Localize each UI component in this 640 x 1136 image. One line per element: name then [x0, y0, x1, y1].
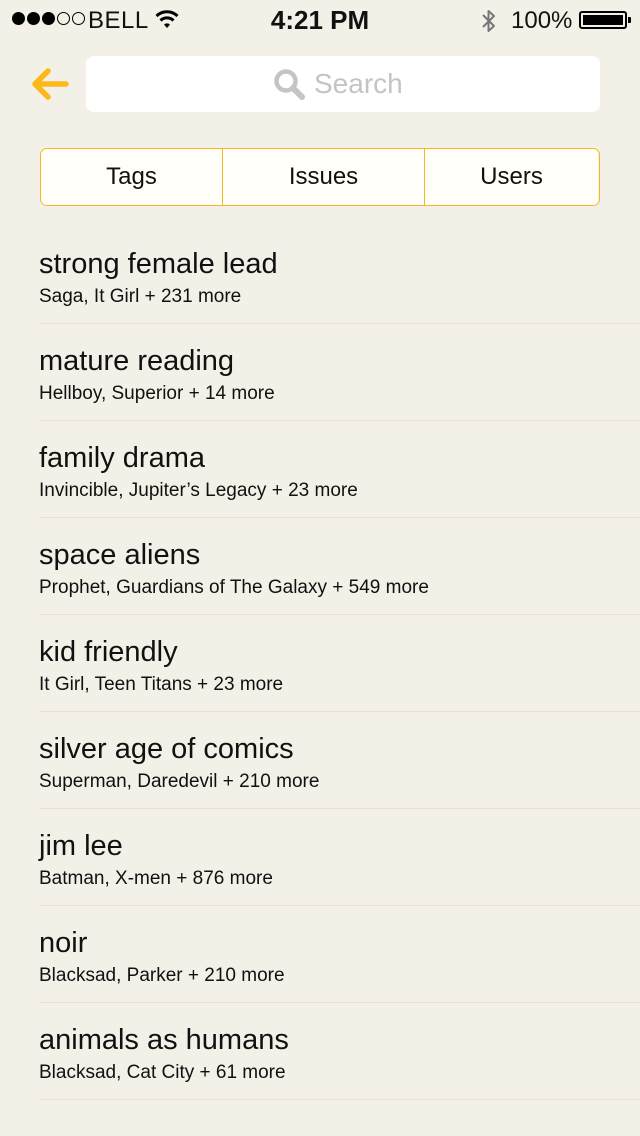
tag-summary: Blacksad, Cat City + 61 more [39, 1062, 286, 1083]
tab-issues[interactable]: Issues [222, 149, 424, 205]
tag-summary: Prophet, Guardians of The Galaxy + 549 m… [39, 577, 429, 598]
arrow-left-icon [32, 68, 69, 100]
tab-label: Issues [288, 163, 359, 190]
list-item[interactable]: strong female lead Saga, It Girl + 231 m… [39, 227, 640, 324]
battery-fill [583, 15, 623, 25]
tab-label: Users [480, 163, 543, 190]
tab-tags[interactable]: Tags [41, 149, 222, 205]
search-icon [272, 67, 306, 101]
battery-icon [579, 11, 631, 29]
list-item[interactable]: silver age of comics Superman, Daredevil… [39, 712, 640, 809]
battery-percentage: 100% [511, 7, 573, 34]
search-input[interactable] [314, 68, 414, 100]
list-item[interactable]: noir Blacksad, Parker + 210 more [39, 906, 640, 1003]
search-bar[interactable] [86, 56, 600, 112]
tag-summary: Hellboy, Superior + 14 more [39, 383, 275, 404]
tag-summary: Saga, It Girl + 231 more [39, 286, 242, 307]
bluetooth-icon [480, 8, 498, 39]
tag-name: space aliens [39, 539, 201, 571]
tag-list: strong female lead Saga, It Girl + 231 m… [0, 227, 640, 1100]
segmented-control: Tags Issues Users [40, 148, 600, 206]
tag-name: family drama [39, 442, 205, 474]
back-button[interactable] [28, 62, 74, 106]
list-item[interactable]: animals as humans Blacksad, Cat City + 6… [39, 1003, 640, 1100]
tag-name: silver age of comics [39, 733, 294, 765]
list-item[interactable]: space aliens Prophet, Guardians of The G… [39, 518, 640, 615]
tag-name: strong female lead [39, 248, 278, 280]
tag-summary: Batman, X-men + 876 more [39, 868, 273, 889]
tag-name: kid friendly [39, 636, 178, 668]
tag-summary: Blacksad, Parker + 210 more [39, 965, 285, 986]
list-item[interactable]: family drama Invincible, Jupiter’s Legac… [39, 421, 640, 518]
tag-name: animals as humans [39, 1024, 289, 1056]
list-item[interactable]: mature reading Hellboy, Superior + 14 mo… [39, 324, 640, 421]
tag-summary: It Girl, Teen Titans + 23 more [39, 674, 284, 695]
tag-summary: Superman, Daredevil + 210 more [39, 771, 320, 792]
tag-summary: Invincible, Jupiter’s Legacy + 23 more [39, 480, 358, 501]
tab-label: Tags [106, 163, 157, 190]
status-bar: BELL 4:21 PM 100% [0, 0, 640, 40]
tag-name: mature reading [39, 345, 235, 377]
tag-name: noir [39, 927, 88, 959]
list-item[interactable]: jim lee Batman, X-men + 876 more [39, 809, 640, 906]
tab-users[interactable]: Users [424, 149, 598, 205]
list-item[interactable]: kid friendly It Girl, Teen Titans + 23 m… [39, 615, 640, 712]
tag-name: jim lee [39, 830, 123, 862]
